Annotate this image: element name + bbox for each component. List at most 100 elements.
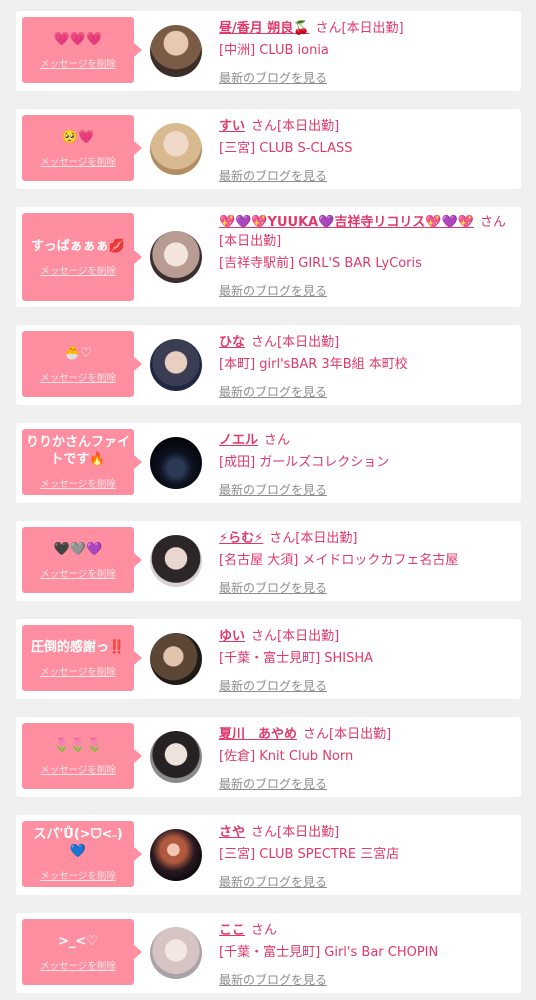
- latest-blog-link[interactable]: 最新のブログを見る: [219, 873, 327, 890]
- status-badge: [本日出勤]: [329, 727, 392, 742]
- avatar[interactable]: [150, 829, 202, 881]
- message-card: 🐣♡ メッセージを削除 ひな さん[本日出勤] [本町] girl'sBAR 3年…: [16, 325, 521, 405]
- shop-name: [本町] girl'sBAR 3年B組 本町校: [219, 357, 408, 372]
- message-bubble: スパ'Ů(>ᗜ<˶)💙 メッセージを削除: [22, 821, 142, 887]
- honorific: さん: [303, 727, 330, 742]
- message-card: スパ'Ů(>ᗜ<˶)💙 メッセージを削除 さや さん[本日出勤] [三宮] CLU…: [16, 815, 521, 895]
- delete-message-link[interactable]: メッセージを削除: [40, 958, 116, 972]
- avatar[interactable]: [150, 927, 202, 979]
- shop-name: [三宮] CLUB SPECTRE 三宮店: [219, 847, 400, 862]
- shop-name: [成田] ガールズコレクション: [219, 455, 390, 470]
- avatar[interactable]: [150, 731, 202, 783]
- avatar[interactable]: [150, 25, 202, 77]
- avatar[interactable]: [150, 633, 202, 685]
- cast-info: 💖💜💖YUUKA💜吉祥寺リコリス💖💜💖 さん [本日出勤] [吉祥寺駅前] GIRL…: [219, 213, 515, 299]
- cast-info: ⚡らむ⚡ さん[本日出勤] [名古屋 大須] メイドロックカフェ名古屋 最新のブロ…: [219, 529, 515, 596]
- message-text: 🌷🌷🌷: [53, 737, 103, 753]
- delete-message-link[interactable]: メッセージを削除: [40, 762, 116, 776]
- message-bubble: すっぱぁぁぁ💋 メッセージを削除: [22, 213, 142, 301]
- honorific: さん: [251, 629, 278, 644]
- cast-info: 夏川 あやめ さん[本日出勤] [佐倉] Knit Club Norn 最新のブロ…: [219, 725, 515, 792]
- cast-name-link[interactable]: 💖💜💖YUUKA💜吉祥寺リコリス💖💜💖: [219, 215, 474, 230]
- cast-name-link[interactable]: 夏川 あやめ: [219, 727, 297, 742]
- latest-blog-link[interactable]: 最新のブログを見る: [219, 167, 327, 184]
- latest-blog-link[interactable]: 最新のブログを見る: [219, 481, 327, 498]
- honorific: さん: [251, 825, 278, 840]
- delete-message-link[interactable]: メッセージを削除: [40, 56, 116, 70]
- cast-info: すい さん[本日出勤] [三宮] CLUB S-CLASS 最新のブログを見る: [219, 117, 515, 184]
- shop-name: [名古屋 大須] メイドロックカフェ名古屋: [219, 553, 459, 568]
- shop-name: [佐倉] Knit Club Norn: [219, 749, 354, 764]
- status-badge: [本日出勤]: [341, 21, 404, 36]
- cast-name-link[interactable]: ⚡らむ⚡: [219, 531, 263, 546]
- shop-name: [吉祥寺駅前] GIRL'S BAR LyCoris: [219, 256, 422, 271]
- cast-info: さや さん[本日出勤] [三宮] CLUB SPECTRE 三宮店 最新のブログを…: [219, 823, 515, 890]
- latest-blog-link[interactable]: 最新のブログを見る: [219, 282, 327, 299]
- cast-name-link[interactable]: ここ: [219, 923, 245, 938]
- honorific: さん: [315, 21, 342, 36]
- latest-blog-link[interactable]: 最新のブログを見る: [219, 677, 327, 694]
- status-badge: [本日出勤]: [277, 825, 340, 840]
- status-badge: [本日出勤]: [277, 335, 340, 350]
- message-card: すっぱぁぁぁ💋 メッセージを削除 💖💜💖YUUKA💜吉祥寺リコリス💖💜💖 さん [本…: [16, 207, 521, 307]
- message-text: すっぱぁぁぁ💋: [31, 238, 125, 254]
- honorific: さん: [251, 923, 278, 938]
- message-card: 圧倒的感謝っ‼️ メッセージを削除 ゆい さん[本日出勤] [千葉・富士見町] S…: [16, 619, 521, 699]
- cast-info: ゆい さん[本日出勤] [千葉・富士見町] SHISHA 最新のブログを見る: [219, 627, 515, 694]
- message-text: 🖤🩶💜: [53, 541, 103, 557]
- delete-message-link[interactable]: メッセージを削除: [40, 868, 116, 882]
- cast-info: ノエル さん [成田] ガールズコレクション 最新のブログを見る: [219, 431, 515, 498]
- avatar[interactable]: [150, 123, 202, 175]
- latest-blog-link[interactable]: 最新のブログを見る: [219, 775, 327, 792]
- message-text: >_<♡: [58, 933, 98, 949]
- honorific: さん: [251, 335, 278, 350]
- status-badge: [本日出勤]: [295, 531, 358, 546]
- shop-name: [千葉・富士見町] Girl's Bar CHOPIN: [219, 945, 439, 960]
- cast-info: ここ さん [千葉・富士見町] Girl's Bar CHOPIN 最新のブログを…: [219, 921, 515, 988]
- latest-blog-link[interactable]: 最新のブログを見る: [219, 971, 327, 988]
- message-card: >_<♡ メッセージを削除 ここ さん [千葉・富士見町] Girl's Bar …: [16, 913, 521, 993]
- latest-blog-link[interactable]: 最新のブログを見る: [219, 579, 327, 596]
- message-card: 🌷🌷🌷 メッセージを削除 夏川 あやめ さん[本日出勤] [佐倉] Knit Cl…: [16, 717, 521, 797]
- status-badge: [本日出勤]: [219, 234, 282, 249]
- avatar[interactable]: [150, 535, 202, 587]
- message-text: 💗💗💗: [53, 31, 103, 47]
- delete-message-link[interactable]: メッセージを削除: [40, 566, 116, 580]
- latest-blog-link[interactable]: 最新のブログを見る: [219, 69, 327, 86]
- message-bubble: 🖤🩶💜 メッセージを削除: [22, 527, 142, 593]
- delete-message-link[interactable]: メッセージを削除: [40, 154, 116, 168]
- message-card: 🥺💗 メッセージを削除 すい さん[本日出勤] [三宮] CLUB S-CLASS…: [16, 109, 521, 189]
- status-badge: [本日出勤]: [277, 119, 340, 134]
- message-text: りりかさんファイトです🔥: [26, 435, 131, 467]
- cast-name-link[interactable]: ゆい: [219, 629, 245, 644]
- delete-message-link[interactable]: メッセージを削除: [40, 664, 116, 678]
- message-bubble: 🥺💗 メッセージを削除: [22, 115, 142, 181]
- honorific: さん: [479, 215, 506, 230]
- latest-blog-link[interactable]: 最新のブログを見る: [219, 383, 327, 400]
- cast-name-link[interactable]: 昼/香月 朔良🍒: [219, 21, 309, 36]
- message-card: 💗💗💗 メッセージを削除 昼/香月 朔良🍒 さん[本日出勤] [中洲] CLUB …: [16, 11, 521, 91]
- cast-info: 昼/香月 朔良🍒 さん[本日出勤] [中洲] CLUB ionia 最新のブログを…: [219, 19, 515, 86]
- cast-info: ひな さん[本日出勤] [本町] girl'sBAR 3年B組 本町校 最新のブロ…: [219, 333, 515, 400]
- message-text: スパ'Ů(>ᗜ<˶)💙: [33, 827, 123, 859]
- message-card: りりかさんファイトです🔥 メッセージを削除 ノエル さん [成田] ガールズコレク…: [16, 423, 521, 503]
- message-text: 🐣♡: [64, 345, 92, 361]
- cast-name-link[interactable]: さや: [219, 825, 245, 840]
- honorific: さん: [251, 119, 278, 134]
- message-bubble: 🌷🌷🌷 メッセージを削除: [22, 723, 142, 789]
- cast-name-link[interactable]: ひな: [219, 335, 245, 350]
- delete-message-link[interactable]: メッセージを削除: [40, 476, 116, 490]
- message-text: 🥺💗: [61, 129, 95, 145]
- cast-name-link[interactable]: すい: [219, 119, 245, 134]
- shop-name: [千葉・富士見町] SHISHA: [219, 651, 374, 666]
- status-badge: [本日出勤]: [277, 629, 340, 644]
- avatar[interactable]: [150, 339, 202, 391]
- avatar[interactable]: [150, 437, 202, 489]
- cast-name-link[interactable]: ノエル: [219, 433, 258, 448]
- message-bubble: 🐣♡ メッセージを削除: [22, 331, 142, 397]
- delete-message-link[interactable]: メッセージを削除: [40, 370, 116, 384]
- avatar[interactable]: [150, 231, 202, 283]
- honorific: さん: [264, 433, 291, 448]
- shop-name: [中洲] CLUB ionia: [219, 43, 329, 58]
- delete-message-link[interactable]: メッセージを削除: [40, 263, 116, 277]
